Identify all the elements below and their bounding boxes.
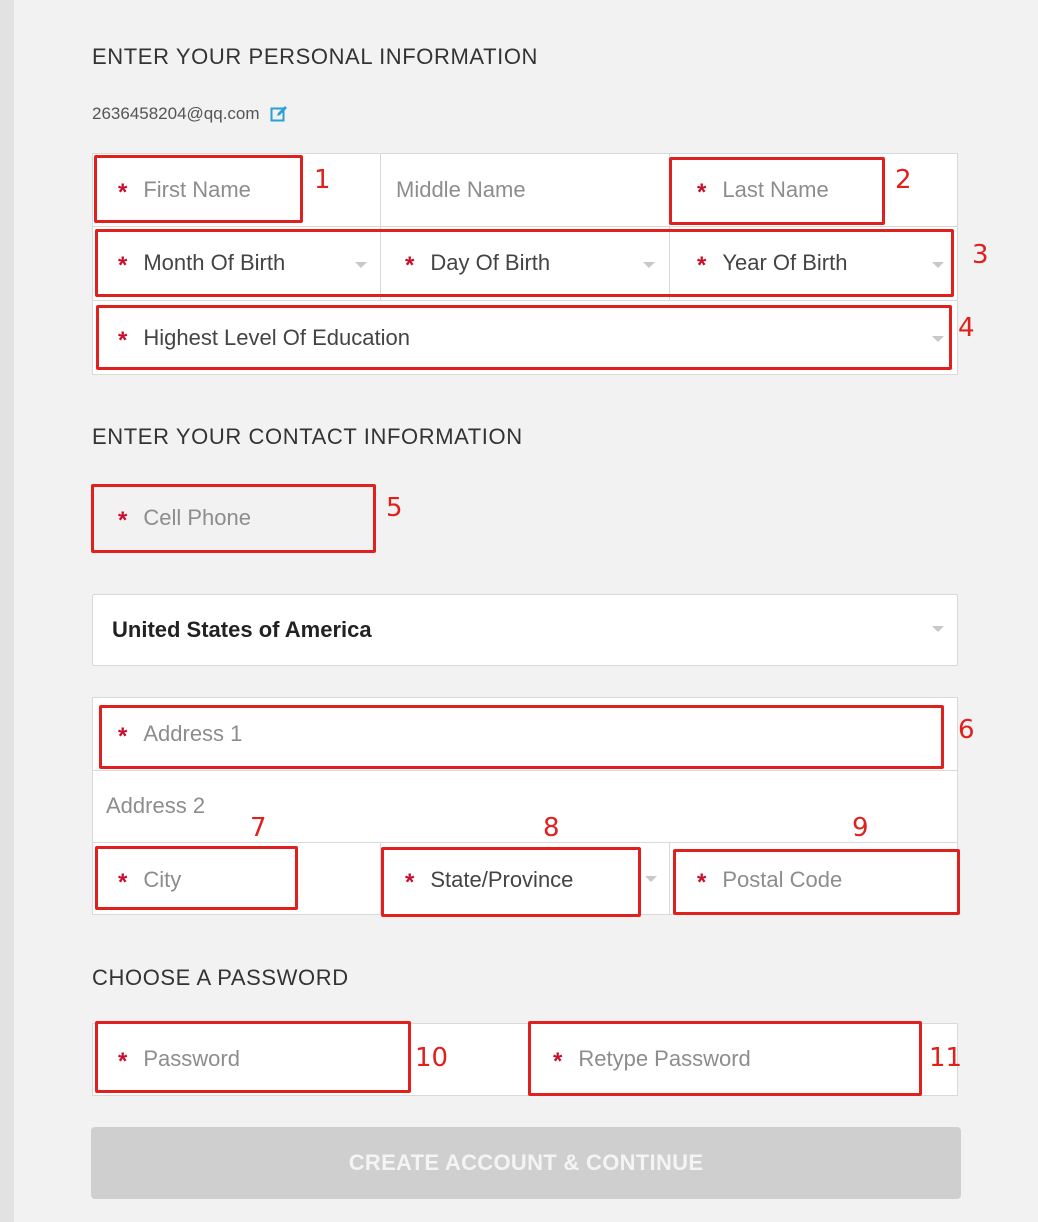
address2-input[interactable]: Address 2 xyxy=(106,788,205,824)
day-of-birth-select[interactable]: * Day Of Birth xyxy=(405,245,550,281)
state-select[interactable]: * State/Province xyxy=(405,862,573,898)
postal-code-input[interactable]: * Postal Code xyxy=(697,862,842,898)
address1-input[interactable]: * Address 1 xyxy=(118,716,242,752)
education-label: Highest Level Of Education xyxy=(143,325,410,350)
required-mark: * xyxy=(118,723,128,750)
retype-password-placeholder: Retype Password xyxy=(578,1046,751,1071)
password-input[interactable]: * Password xyxy=(118,1041,240,1077)
email-text: 2636458204@qq.com xyxy=(92,104,260,123)
annotation-number: 10 xyxy=(415,1043,449,1073)
required-mark: * xyxy=(118,179,128,206)
last-name-input[interactable]: * Last Name xyxy=(697,172,829,208)
month-of-birth-label: Month Of Birth xyxy=(143,250,286,275)
edit-icon[interactable] xyxy=(270,105,288,123)
annotation-number: 1 xyxy=(314,165,331,195)
required-mark: * xyxy=(118,327,128,354)
required-mark: * xyxy=(118,507,128,534)
required-mark: * xyxy=(697,252,707,279)
divider xyxy=(92,226,958,227)
password-placeholder: Password xyxy=(143,1046,240,1071)
address1-placeholder: Address 1 xyxy=(143,721,243,746)
day-of-birth-label: Day Of Birth xyxy=(430,250,551,275)
required-mark: * xyxy=(405,252,415,279)
email-row: 2636458204@qq.com xyxy=(92,104,288,124)
required-mark: * xyxy=(405,869,415,896)
chevron-down-icon xyxy=(355,262,367,268)
divider xyxy=(92,300,958,301)
left-page-edge xyxy=(0,0,14,1222)
required-mark: * xyxy=(697,869,707,896)
required-mark: * xyxy=(118,869,128,896)
first-name-input[interactable]: * First Name xyxy=(118,172,251,208)
divider xyxy=(92,842,958,843)
divider xyxy=(380,842,381,915)
chevron-down-icon xyxy=(645,876,657,882)
divider xyxy=(92,770,958,771)
divider xyxy=(669,153,670,300)
retype-password-input[interactable]: * Retype Password xyxy=(553,1041,751,1077)
year-of-birth-select[interactable]: * Year Of Birth xyxy=(697,245,847,281)
annotation-number: 3 xyxy=(972,240,989,270)
annotation-number: 6 xyxy=(958,715,975,745)
postal-code-placeholder: Postal Code xyxy=(722,867,843,892)
annotation-number: 11 xyxy=(929,1043,963,1073)
cell-phone-input[interactable]: * Cell Phone xyxy=(118,500,251,536)
year-of-birth-label: Year Of Birth xyxy=(722,250,848,275)
divider xyxy=(669,842,670,915)
cell-phone-placeholder: Cell Phone xyxy=(143,505,251,530)
city-input[interactable]: * City xyxy=(118,862,181,898)
create-account-button[interactable]: CREATE ACCOUNT & CONTINUE xyxy=(91,1127,961,1199)
annotation-number: 8 xyxy=(543,813,560,843)
middle-name-placeholder: Middle Name xyxy=(396,177,526,202)
education-select[interactable]: * Highest Level Of Education xyxy=(118,320,410,356)
required-mark: * xyxy=(553,1048,563,1075)
annotation-number: 2 xyxy=(895,165,912,195)
personal-section-title: ENTER YOUR PERSONAL INFORMATION xyxy=(92,44,539,69)
chevron-down-icon xyxy=(932,262,944,268)
first-name-placeholder: First Name xyxy=(143,177,251,202)
divider xyxy=(380,153,381,300)
contact-section-title: ENTER YOUR CONTACT INFORMATION xyxy=(92,424,523,449)
address2-placeholder: Address 2 xyxy=(106,793,206,818)
required-mark: * xyxy=(118,1048,128,1075)
password-section-title: CHOOSE A PASSWORD xyxy=(92,965,349,990)
month-of-birth-select[interactable]: * Month Of Birth xyxy=(118,245,285,281)
chevron-down-icon xyxy=(932,626,944,632)
required-mark: * xyxy=(697,179,707,206)
annotation-number: 4 xyxy=(958,313,975,343)
chevron-down-icon xyxy=(643,262,655,268)
annotation-number: 9 xyxy=(852,813,869,843)
annotation-number: 7 xyxy=(250,813,267,843)
annotation-number: 5 xyxy=(386,493,403,523)
chevron-down-icon xyxy=(932,336,944,342)
required-mark: * xyxy=(118,252,128,279)
last-name-placeholder: Last Name xyxy=(722,177,829,202)
middle-name-input[interactable]: Middle Name xyxy=(396,172,526,208)
country-select-value: United States of America xyxy=(112,612,372,648)
state-label: State/Province xyxy=(430,867,574,892)
country-label: United States of America xyxy=(112,617,372,642)
city-placeholder: City xyxy=(143,867,182,892)
